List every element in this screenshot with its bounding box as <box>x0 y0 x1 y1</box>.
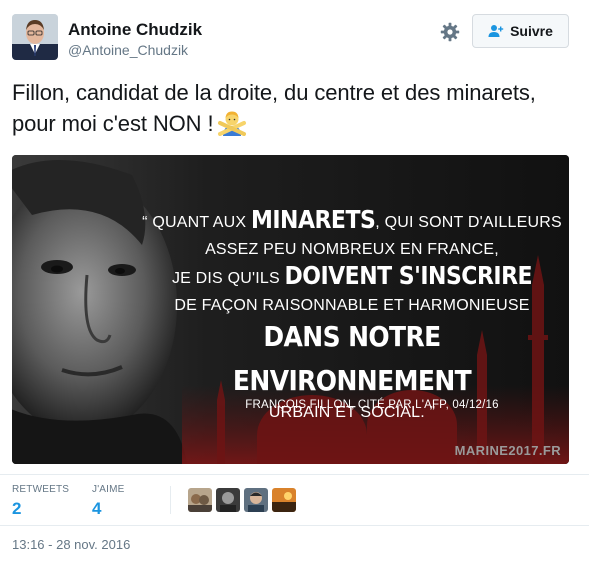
quote-highlight-doivent: DOIVENT S'INSCRIRE <box>284 262 533 291</box>
quote-attribution: FRANÇOIS FILLON, CITÉ PAR L'AFP, 04/12/1… <box>245 399 499 411</box>
follow-label: Suivre <box>510 23 553 39</box>
divider <box>0 474 589 475</box>
avatar-image <box>12 14 58 60</box>
quote-line-5: DANS NOTRE ENVIRONNEMENT <box>232 320 472 397</box>
person-gesturing-no-icon <box>217 108 247 136</box>
watermark: MARINE2017.FR <box>454 443 561 458</box>
quote-line-3-start: JE DIS QU'ILS <box>171 270 280 287</box>
liker-avatars <box>188 488 296 512</box>
liker-avatar[interactable] <box>272 488 296 512</box>
avatar[interactable] <box>12 14 58 60</box>
quote-highlight-minarets: MINARETS <box>250 206 376 235</box>
divider <box>0 525 589 526</box>
quote-line-2: ASSEZ PEU NOMBREUX EN FRANCE, <box>205 241 499 258</box>
add-person-icon <box>488 25 504 37</box>
tweet-header: Antoine Chudzik @Antoine_Chudzik Suivre <box>0 0 589 70</box>
quote-block: “ QUANT AUX MINARETS, QUI SONT D'AILLEUR… <box>142 206 562 426</box>
quote-line-1-end: , QUI SONT D'AILLEURS <box>375 214 562 231</box>
quote-open: “ QUANT AUX <box>142 214 247 231</box>
likes-stat[interactable]: J'AIME 4 <box>92 484 125 519</box>
liker-avatar[interactable] <box>216 488 240 512</box>
tweet-timestamp[interactable]: 13:16 - 28 nov. 2016 <box>12 537 130 552</box>
quote-line-1: “ QUANT AUX MINARETS, QUI SONT D'AILLEUR… <box>142 206 562 236</box>
liker-avatar[interactable] <box>244 488 268 512</box>
gear-icon[interactable] <box>440 22 460 42</box>
author-handle[interactable]: @Antoine_Chudzik <box>68 42 188 58</box>
follow-button[interactable]: Suivre <box>472 14 569 48</box>
likes-label: J'AIME <box>92 484 125 495</box>
stats-divider <box>170 486 171 514</box>
likes-count: 4 <box>92 499 102 518</box>
retweets-count: 2 <box>12 499 22 518</box>
retweets-label: RETWEETS <box>12 484 70 495</box>
author-name[interactable]: Antoine Chudzik <box>68 20 202 40</box>
retweets-stat[interactable]: RETWEETS 2 <box>12 484 69 519</box>
tweet-media-image[interactable]: “ QUANT AUX MINARETS, QUI SONT D'AILLEUR… <box>12 155 569 464</box>
tweet-text: Fillon, candidat de la droite, du centre… <box>12 77 577 139</box>
tweet-body: Fillon, candidat de la droite, du centre… <box>12 80 536 136</box>
liker-avatar[interactable] <box>188 488 212 512</box>
quote-line-3: JE DIS QU'ILS DOIVENT S'INSCRIRE <box>142 262 562 292</box>
